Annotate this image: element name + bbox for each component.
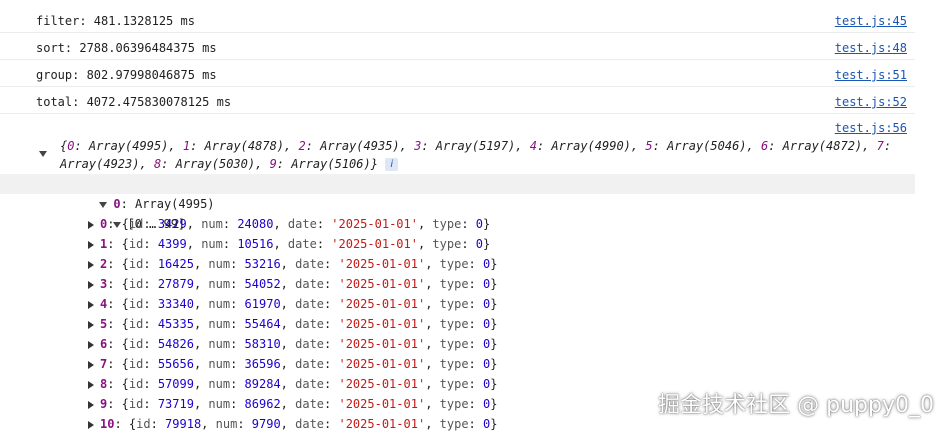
list-item[interactable]: 3: {id: 27879, num: 54052, date: '2025-0… bbox=[88, 274, 497, 294]
console-log-line: total: 4072.475830078125 ms test.js:52 bbox=[0, 88, 915, 114]
source-link[interactable]: test.js:52 bbox=[835, 95, 907, 109]
devtools-console: filter: 481.1328125 ms test.js:45 sort: … bbox=[0, 0, 950, 435]
list-item[interactable]: 4: {id: 33340, num: 61970, date: '2025-0… bbox=[88, 294, 497, 314]
list-item[interactable]: 5: {id: 45335, num: 55464, date: '2025-0… bbox=[88, 314, 497, 334]
console-log-line: sort: 2788.06396484375 ms test.js:48 bbox=[0, 34, 915, 60]
list-item[interactable]: 7: {id: 55656, num: 36596, date: '2025-0… bbox=[88, 354, 497, 374]
list-item[interactable]: 9: {id: 73719, num: 86962, date: '2025-0… bbox=[88, 394, 497, 414]
expand-toggle-icon[interactable] bbox=[88, 300, 94, 309]
source-link[interactable]: test.js:56 bbox=[835, 121, 907, 135]
range-node[interactable]: [0 … 99] bbox=[70, 194, 185, 231]
info-icon[interactable]: i bbox=[385, 158, 399, 171]
object-summary[interactable]: {0: Array(4995), 1: Array(4878), 2: Arra… bbox=[60, 137, 915, 173]
list-item[interactable]: 1: {id: 4399, num: 10516, date: '2025-01… bbox=[88, 234, 490, 254]
list-item[interactable]: 8: {id: 57099, num: 89284, date: '2025-0… bbox=[88, 374, 497, 394]
expand-toggle-icon[interactable] bbox=[88, 260, 94, 269]
source-link[interactable]: test.js:51 bbox=[835, 68, 907, 82]
expand-toggle-icon[interactable] bbox=[88, 420, 94, 429]
expand-toggle-icon[interactable] bbox=[88, 340, 94, 349]
expand-toggle-icon[interactable] bbox=[88, 400, 94, 409]
log-message: sort: 2788.06396484375 ms bbox=[36, 41, 217, 55]
log-message: filter: 481.1328125 ms bbox=[36, 14, 195, 28]
source-link[interactable]: test.js:45 bbox=[835, 14, 907, 28]
expand-toggle-icon[interactable] bbox=[88, 380, 94, 389]
list-item[interactable]: 6: {id: 54826, num: 58310, date: '2025-0… bbox=[88, 334, 497, 354]
list-item[interactable]: 10: {id: 79918, num: 9790, date: '2025-0… bbox=[88, 414, 497, 434]
log-message: group: 802.97998046875 ms bbox=[36, 68, 217, 82]
console-log-line: group: 802.97998046875 ms test.js:51 bbox=[0, 61, 915, 87]
expand-toggle-icon[interactable] bbox=[88, 360, 94, 369]
expand-toggle-icon[interactable] bbox=[88, 280, 94, 289]
list-item[interactable]: 0: {id: 3429, num: 24080, date: '2025-01… bbox=[88, 214, 490, 234]
array-node[interactable]: 0: Array(4995) bbox=[56, 174, 215, 211]
expand-toggle-icon[interactable] bbox=[88, 240, 94, 249]
expand-toggle-icon[interactable] bbox=[88, 320, 94, 329]
console-log-line: filter: 481.1328125 ms test.js:45 bbox=[0, 7, 915, 33]
expand-toggle-icon[interactable] bbox=[88, 220, 94, 229]
source-link[interactable]: test.js:48 bbox=[835, 41, 907, 55]
watermark-text: 掘金技术社区 @ puppy0_0 bbox=[658, 393, 934, 418]
log-message: total: 4072.475830078125 ms bbox=[36, 95, 232, 109]
list-item[interactable]: 2: {id: 16425, num: 53216, date: '2025-0… bbox=[88, 254, 497, 274]
expand-toggle-icon[interactable] bbox=[39, 151, 47, 157]
